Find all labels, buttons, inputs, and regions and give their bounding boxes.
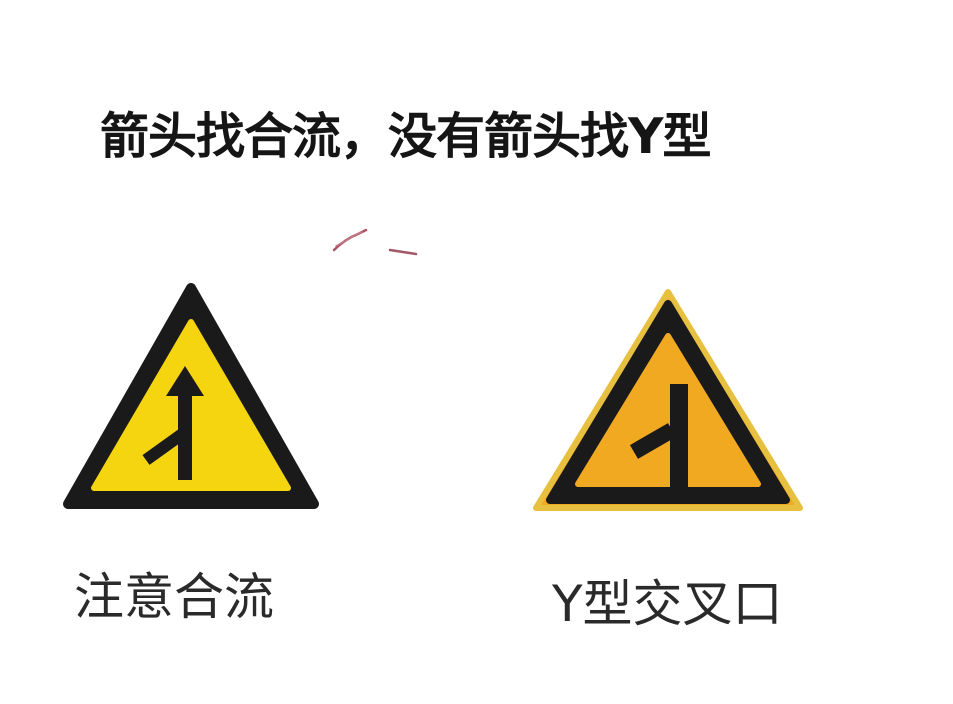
y-junction-warning-sign-icon: [533, 289, 803, 511]
merge-warning-sign-icon: [63, 283, 319, 509]
scribble-mark: [332, 228, 418, 256]
caption-merge-sign: 注意合流: [74, 568, 274, 626]
caption-y-junction-sign: Y型交叉口: [552, 575, 783, 633]
headline: 箭头找合流，没有箭头找Y型: [100, 108, 711, 165]
